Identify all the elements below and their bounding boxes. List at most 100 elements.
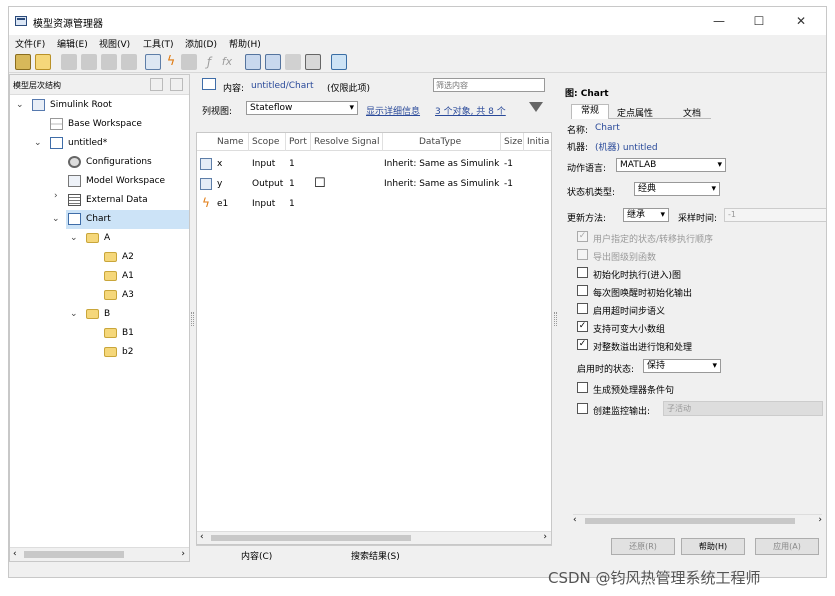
close-button[interactable]: ✕ xyxy=(787,11,815,31)
contents-path-link[interactable]: untitled/Chart xyxy=(251,81,313,91)
tab-general[interactable]: 常规 xyxy=(571,104,609,119)
show-dialog-pane-icon[interactable] xyxy=(331,54,347,70)
tab-search-results[interactable]: 搜索结果(S) xyxy=(351,549,400,562)
state-machine-type-dropdown[interactable]: 经典 xyxy=(634,182,720,196)
scroll-right-icon[interactable]: › xyxy=(818,515,822,525)
machine-link[interactable]: (机器) untitled xyxy=(595,140,658,153)
tab-documentation[interactable]: 文档 xyxy=(683,106,701,119)
maximize-button[interactable]: ☐ xyxy=(745,11,773,31)
splitter-grip[interactable] xyxy=(554,312,557,326)
checkbox-variable-size[interactable]: ✓ xyxy=(577,321,588,332)
add-message-icon[interactable] xyxy=(181,54,197,70)
tree-item-external-data[interactable]: External Data xyxy=(68,191,148,210)
filter-contents-input[interactable] xyxy=(433,78,545,92)
chevron-right-icon[interactable]: › xyxy=(54,191,58,201)
scroll-thumb[interactable] xyxy=(24,551,124,558)
fx-icon[interactable]: fx xyxy=(219,54,235,70)
show-details-link[interactable]: 显示详细信息 xyxy=(366,104,420,117)
menu-help[interactable]: 帮助(H) xyxy=(229,37,261,50)
tree-item-state-b1[interactable]: B1 xyxy=(104,324,134,343)
add-function-icon[interactable]: ƒ xyxy=(201,54,217,70)
copy-icon[interactable] xyxy=(81,54,97,70)
checkbox-monitor-output[interactable] xyxy=(577,403,588,414)
column-header-initial[interactable]: Initia xyxy=(527,137,549,147)
paste-icon[interactable] xyxy=(101,54,117,70)
monitor-output-dropdown[interactable]: 子活动 xyxy=(663,401,823,416)
column-view-dropdown[interactable]: Stateflow xyxy=(246,101,358,115)
column-header-resolve-signal[interactable]: Resolve Signal xyxy=(314,137,379,147)
scroll-left-icon[interactable]: ‹ xyxy=(573,515,577,525)
tree-item-simulink-root[interactable]: Simulink Root xyxy=(32,96,112,115)
tree-item-state-a3[interactable]: A3 xyxy=(104,286,134,305)
chevron-down-icon[interactable]: ⌄ xyxy=(34,138,42,148)
splitter-grip[interactable] xyxy=(191,312,194,326)
column-header-name[interactable]: Name xyxy=(217,137,244,147)
column-header-port[interactable]: Port xyxy=(289,137,307,147)
action-language-dropdown[interactable]: MATLAB xyxy=(616,158,726,172)
chevron-down-icon[interactable]: ⌄ xyxy=(70,233,78,243)
add-bus-icon[interactable] xyxy=(285,54,301,70)
scroll-right-icon[interactable]: › xyxy=(181,549,185,559)
add-signal-icon[interactable] xyxy=(265,54,281,70)
delete-icon[interactable] xyxy=(121,54,137,70)
scroll-thumb[interactable] xyxy=(211,535,411,541)
add-data-icon[interactable] xyxy=(145,54,161,70)
menu-tools[interactable]: 工具(T) xyxy=(143,37,174,50)
menu-view[interactable]: 视图(V) xyxy=(99,37,130,50)
link-icon[interactable] xyxy=(170,78,183,91)
table-row[interactable]: y Output 1 ☐ Inherit: Same as Simulink -… xyxy=(197,175,551,195)
checkbox-init-outputs[interactable] xyxy=(577,285,588,296)
resolve-signal-checkbox[interactable]: ☐ xyxy=(314,176,326,191)
startup-state-dropdown[interactable]: 保持 xyxy=(643,359,721,373)
column-header-scope[interactable]: Scope xyxy=(252,137,279,147)
chevron-down-icon[interactable]: ⌄ xyxy=(16,100,24,110)
menu-file[interactable]: 文件(F) xyxy=(15,37,45,50)
checkbox-export-functions[interactable] xyxy=(577,249,588,260)
open-folder-icon[interactable] xyxy=(35,54,51,70)
update-method-dropdown[interactable]: 继承 xyxy=(623,208,669,222)
object-count-link[interactable]: 3 个对象, 共 8 个 xyxy=(435,104,506,117)
menu-add[interactable]: 添加(D) xyxy=(185,37,217,50)
scroll-right-icon[interactable]: › xyxy=(543,532,547,542)
tree-item-state-a1[interactable]: A1 xyxy=(104,267,134,286)
tree-item-model-workspace[interactable]: Model Workspace xyxy=(68,172,165,191)
checkbox-user-order[interactable]: ✓ xyxy=(577,231,588,242)
column-header-datatype[interactable]: DataType xyxy=(419,137,461,147)
table-horizontal-scrollbar[interactable]: ‹ › xyxy=(197,531,551,544)
add-parameter-icon[interactable] xyxy=(245,54,261,70)
add-config-icon[interactable] xyxy=(305,54,321,70)
tab-fixed-point[interactable]: 定点属性 xyxy=(617,106,653,119)
tree-item-state-b[interactable]: B xyxy=(86,305,110,324)
edit-icon[interactable] xyxy=(150,78,163,91)
cut-icon[interactable] xyxy=(61,54,77,70)
tab-contents[interactable]: 内容(C) xyxy=(241,549,272,562)
scroll-left-icon[interactable]: ‹ xyxy=(13,549,17,559)
tree-item-state-a2[interactable]: A2 xyxy=(104,248,134,267)
apply-button[interactable]: 应用(A) xyxy=(755,538,819,555)
minimize-button[interactable]: — xyxy=(705,11,733,31)
chevron-down-icon[interactable]: ⌄ xyxy=(52,214,60,224)
dialog-horizontal-scrollbar[interactable]: ‹ › xyxy=(573,514,822,527)
checkbox-preprocessor[interactable] xyxy=(577,382,588,393)
checkbox-saturate-overflow[interactable]: ✓ xyxy=(577,339,588,350)
sample-time-input[interactable]: -1 xyxy=(724,208,826,222)
open-model-icon[interactable] xyxy=(15,54,31,70)
table-row[interactable]: ϟ e1 Input 1 xyxy=(197,195,551,215)
column-header-size[interactable]: Size xyxy=(504,137,522,147)
tree-item-state-a[interactable]: A xyxy=(86,229,110,248)
revert-button[interactable]: 还原(R) xyxy=(611,538,675,555)
add-event-icon[interactable]: ϟ xyxy=(163,54,179,70)
tree-item-configurations[interactable]: Configurations xyxy=(68,153,152,172)
chevron-down-icon[interactable]: ⌄ xyxy=(70,309,78,319)
tree-item-chart[interactable]: Chart xyxy=(66,210,189,229)
help-button[interactable]: 帮助(H) xyxy=(681,538,745,555)
menu-edit[interactable]: 编辑(E) xyxy=(57,37,88,50)
left-horizontal-scrollbar[interactable]: ‹ › xyxy=(10,547,189,561)
tree-item-state-b2[interactable]: b2 xyxy=(104,343,133,362)
checkbox-execute-at-init[interactable] xyxy=(577,267,588,278)
tree-item-untitled[interactable]: untitled* xyxy=(50,134,107,153)
checkbox-super-step[interactable] xyxy=(577,303,588,314)
filter-icon[interactable] xyxy=(529,102,543,112)
table-row[interactable]: x Input 1 Inherit: Same as Simulink -1 xyxy=(197,155,551,175)
scroll-left-icon[interactable]: ‹ xyxy=(200,532,204,542)
